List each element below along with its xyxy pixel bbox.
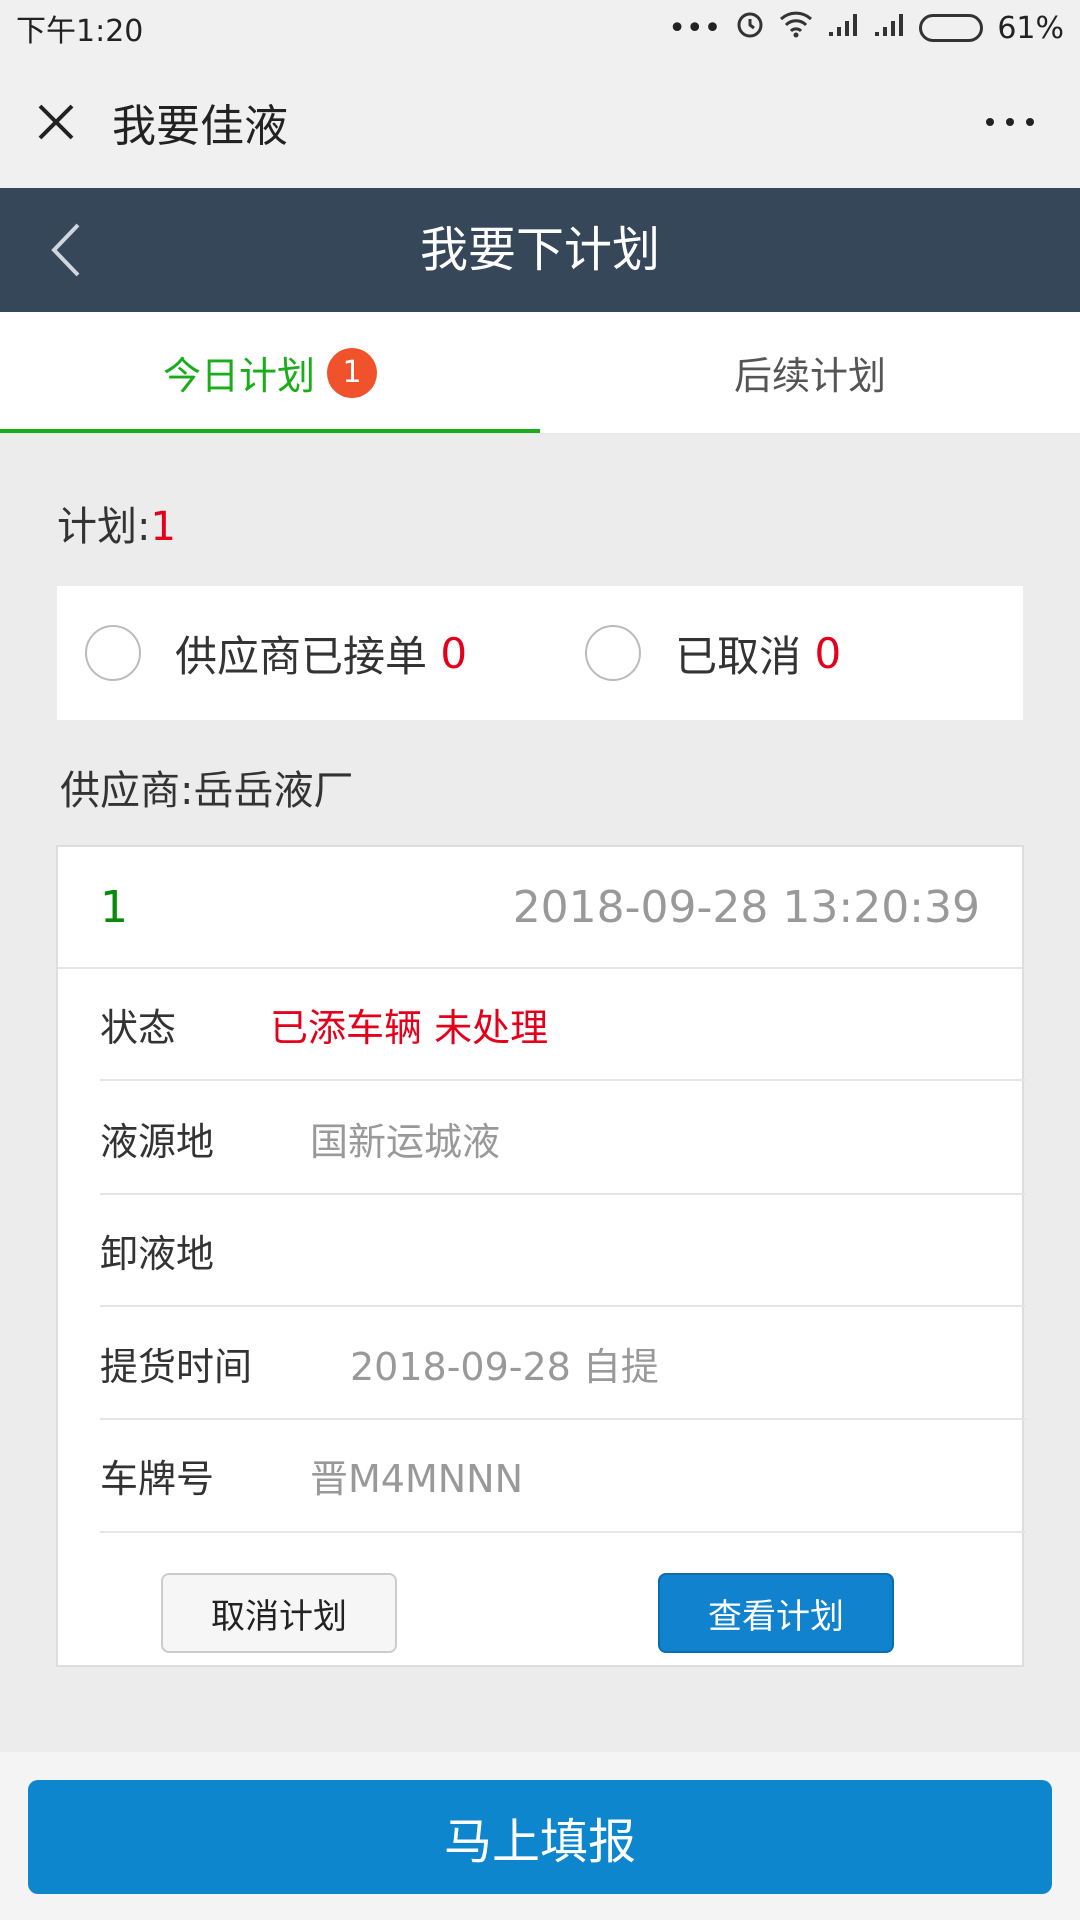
signal-icon [873, 11, 905, 46]
plan-number: 1 [100, 882, 128, 933]
row-plate: 车牌号 晋M4MNNN [100, 1420, 1026, 1533]
status-icons: ••• 61% [668, 9, 1064, 47]
signal-icon [827, 11, 859, 46]
row-label: 卸液地 [100, 1231, 215, 1276]
supplier-name: 供应商:岳岳液厂 [60, 768, 354, 814]
tab-today-plan[interactable]: 今日计划 1 [0, 312, 540, 433]
radio-button[interactable] [85, 625, 141, 681]
source-value: 国新运城液 [310, 1119, 501, 1164]
page-title: 我要下计划 [419, 222, 660, 278]
filter-label: 已取消 [675, 631, 802, 681]
page-header: 我要下计划 [0, 188, 1080, 312]
tab-label: 今日计划 [162, 354, 315, 398]
radio-button[interactable] [585, 625, 642, 681]
more-dots-icon: ••• [668, 10, 722, 46]
cancel-plan-button[interactable]: 取消计划 [161, 1573, 397, 1653]
row-label: 提货时间 [100, 1344, 253, 1389]
alarm-icon [735, 9, 765, 47]
plate-value: 晋M4MNNN [310, 1457, 524, 1501]
filter-supplier-accepted[interactable]: 供应商已接单 0 [57, 623, 467, 684]
status-filter-box: 供应商已接单 0 已取消 0 [57, 586, 1023, 720]
wechat-title: 我要佳液 [112, 101, 288, 152]
filter-cancelled[interactable]: 已取消 0 [557, 623, 841, 684]
card-actions: 取消计划 查看计划 [58, 1561, 1022, 1669]
more-icon [986, 118, 1034, 126]
battery-percent: 61% [997, 10, 1064, 46]
close-icon [38, 104, 74, 140]
row-unload: 卸液地 [100, 1195, 1026, 1307]
footer: 马上填报 [0, 1752, 1080, 1920]
close-button[interactable] [0, 56, 112, 188]
view-plan-button[interactable]: 查看计划 [658, 1573, 894, 1653]
submit-now-button[interactable]: 马上填报 [28, 1780, 1052, 1894]
plan-card: 1 2018-09-28 13:20:39 状态 已添车辆 未处理 液源地 国新… [56, 845, 1026, 1669]
battery-icon [919, 14, 984, 42]
status-time: 下午1:20 [16, 14, 144, 49]
filter-count: 0 [814, 628, 842, 678]
plan-count-value: 1 [150, 504, 176, 550]
row-status: 状态 已添车辆 未处理 [100, 969, 1026, 1081]
plan-count: 计划:1 [57, 494, 176, 552]
filter-label: 供应商已接单 [175, 631, 428, 681]
row-label: 状态 [100, 1005, 177, 1050]
status-value: 已添车辆 未处理 [270, 1005, 549, 1050]
wechat-title-bar: 我要佳液 [0, 56, 1080, 188]
plan-count-label: 计划: [57, 504, 151, 550]
plan-card-header: 1 2018-09-28 13:20:39 [58, 847, 1022, 969]
back-button[interactable] [30, 188, 100, 312]
row-label: 液源地 [100, 1119, 215, 1164]
row-source: 液源地 国新运城液 [100, 1083, 1026, 1195]
plan-tabs: 今日计划 1 后续计划 [0, 312, 1080, 434]
row-label: 车牌号 [100, 1457, 215, 1501]
pickup-time-value: 2018-09-28 自提 [350, 1344, 659, 1389]
count-badge: 1 [327, 347, 377, 398]
more-button[interactable] [940, 56, 1080, 188]
wifi-icon [779, 10, 813, 46]
plan-datetime: 2018-09-28 13:20:39 [512, 882, 980, 933]
status-bar: 下午1:20 ••• 61% [0, 0, 1080, 56]
tab-future-plan[interactable]: 后续计划 [540, 312, 1080, 433]
row-pickup-time: 提货时间 2018-09-28 自提 [100, 1308, 1026, 1420]
tab-label: 后续计划 [733, 354, 886, 398]
filter-count: 0 [440, 628, 468, 678]
chevron-left-icon [51, 223, 80, 277]
